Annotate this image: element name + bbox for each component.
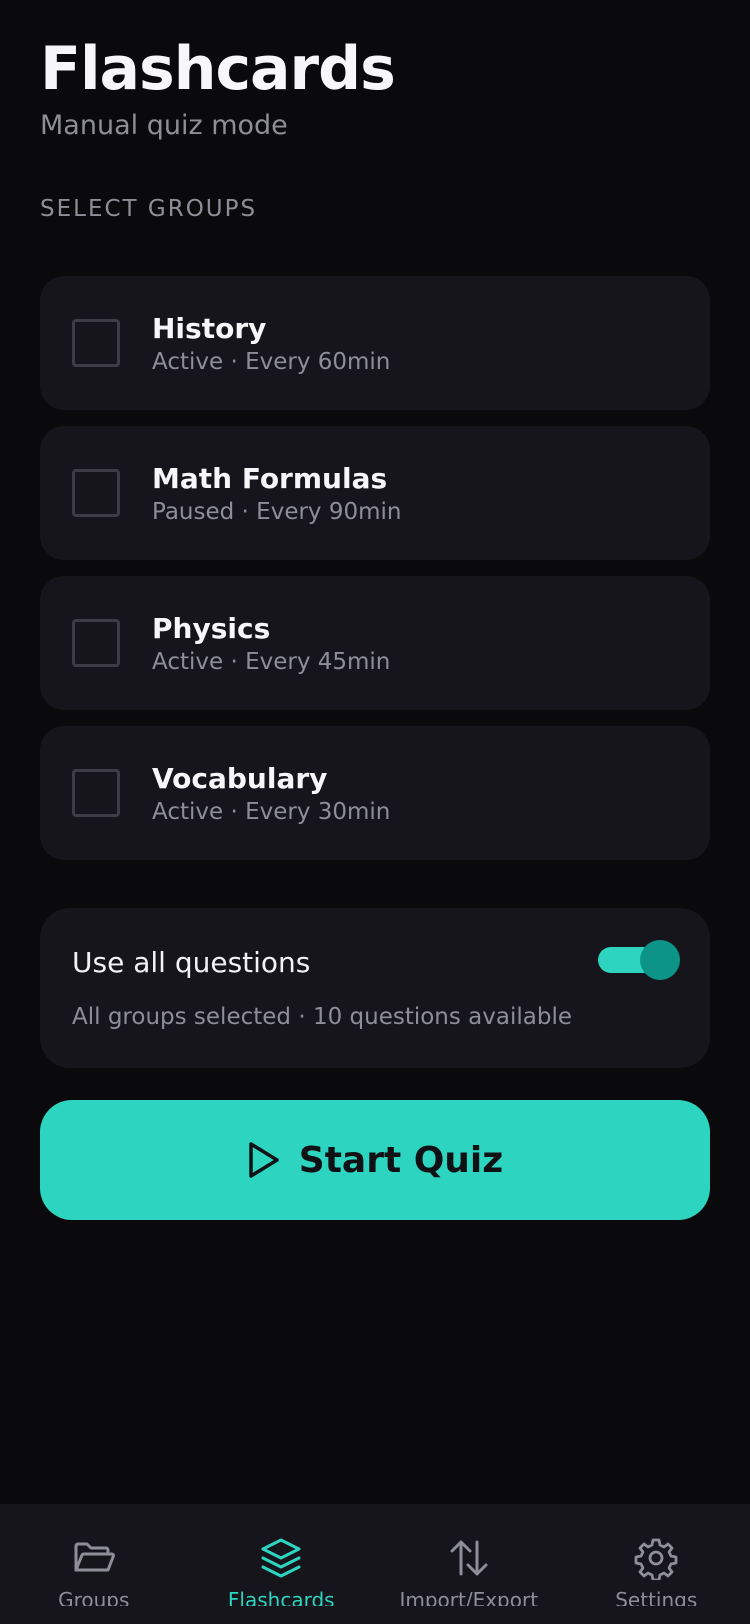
tab-label: Import/Export bbox=[399, 1588, 539, 1606]
group-card-math-formulas[interactable]: Math Formulas Paused · Every 90min bbox=[40, 426, 710, 560]
tab-import-export[interactable]: Import/Export bbox=[375, 1504, 563, 1624]
group-meta: Active · Every 45min bbox=[152, 648, 391, 675]
page-subtitle: Manual quiz mode bbox=[40, 110, 288, 141]
group-checkbox-math-formulas[interactable] bbox=[72, 469, 120, 517]
group-list: History Active · Every 60min Math Formul… bbox=[40, 276, 710, 876]
arrows-up-down-icon bbox=[450, 1540, 488, 1576]
group-checkbox-vocabulary[interactable] bbox=[72, 769, 120, 817]
tab-label: Groups bbox=[58, 1588, 130, 1606]
flashcards-screen: Flashcards Manual quiz mode SELECT GROUP… bbox=[0, 0, 750, 1624]
use-all-questions-card: Use all questions All groups selected · … bbox=[40, 908, 710, 1068]
page-title: Flashcards bbox=[40, 34, 396, 104]
group-meta: Active · Every 60min bbox=[152, 348, 391, 375]
tab-label: Settings bbox=[615, 1588, 698, 1606]
group-checkbox-physics[interactable] bbox=[72, 619, 120, 667]
group-text: History Active · Every 60min bbox=[152, 312, 390, 375]
group-meta: Paused · Every 90min bbox=[152, 498, 402, 525]
group-text: Vocabulary Active · Every 30min bbox=[152, 762, 390, 825]
layers-icon bbox=[261, 1538, 301, 1578]
group-text: Physics Active · Every 45min bbox=[152, 612, 390, 675]
group-card-physics[interactable]: Physics Active · Every 45min bbox=[40, 576, 710, 710]
group-card-vocabulary[interactable]: Vocabulary Active · Every 30min bbox=[40, 726, 710, 860]
group-checkbox-history[interactable] bbox=[72, 319, 120, 367]
toggle-thumb bbox=[640, 940, 680, 980]
tab-groups[interactable]: Groups bbox=[0, 1504, 188, 1624]
group-name: History bbox=[152, 311, 267, 345]
group-text: Math Formulas Paused · Every 90min bbox=[152, 462, 402, 525]
group-name: Vocabulary bbox=[152, 761, 328, 795]
folder-open-icon bbox=[74, 1542, 115, 1572]
use-all-questions-label: Use all questions bbox=[72, 946, 311, 979]
tab-settings[interactable]: Settings bbox=[563, 1504, 750, 1624]
group-card-history[interactable]: History Active · Every 60min bbox=[40, 276, 710, 410]
group-name: Physics bbox=[152, 611, 271, 645]
use-all-questions-toggle[interactable] bbox=[598, 940, 680, 980]
start-quiz-button[interactable]: Start Quiz bbox=[40, 1100, 710, 1220]
tab-label: Flashcards bbox=[227, 1588, 335, 1606]
group-meta: Active · Every 30min bbox=[152, 798, 391, 825]
gear-icon bbox=[634, 1538, 678, 1580]
play-icon bbox=[249, 1142, 279, 1178]
start-quiz-label: Start Quiz bbox=[298, 1139, 504, 1181]
section-label-select-groups: SELECT GROUPS bbox=[40, 196, 258, 222]
bottom-tab-bar: Groups Flashcards Import/Export Settings bbox=[0, 1504, 750, 1624]
questions-available-text: All groups selected · 10 questions avail… bbox=[72, 1004, 572, 1030]
tab-flashcards[interactable]: Flashcards bbox=[188, 1504, 376, 1624]
group-name: Math Formulas bbox=[152, 461, 388, 495]
